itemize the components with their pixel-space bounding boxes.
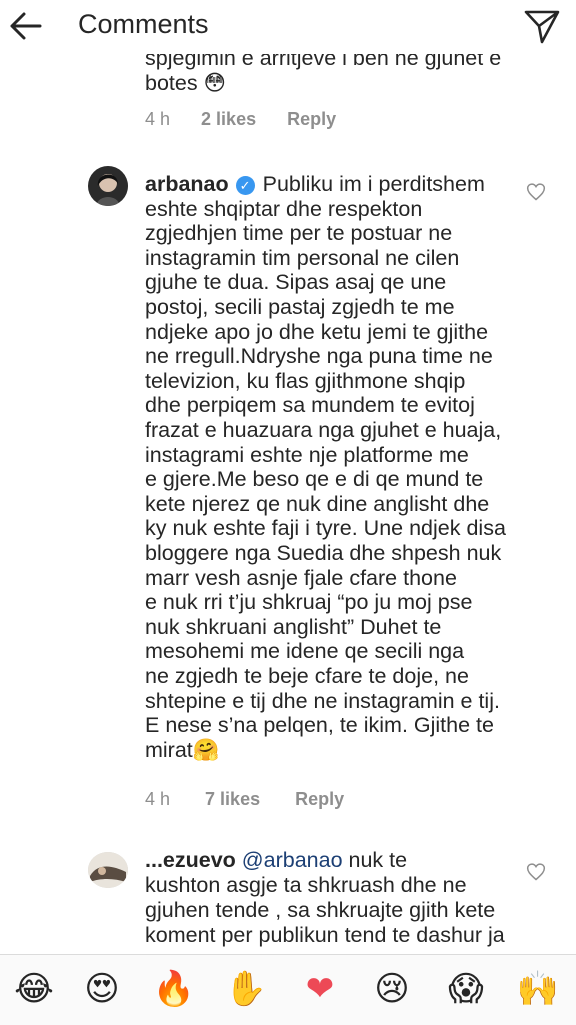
comment-text-line: frazat e huazuara nga gjuhet e huaja, — [145, 418, 502, 442]
comment-text-line: televizion, ku flas gjithmone shqip — [145, 368, 466, 393]
comment-text-line: dhe perpiqem sa mundem te evitoj — [145, 393, 475, 418]
comment-text-line: instagrami eshte nje platforme me — [145, 442, 469, 467]
comment-text-line: nuk shkruani anglisht” Duhet te — [145, 614, 442, 639]
verified-badge-icon: ✓ — [235, 176, 255, 195]
star-eyes-emoji-icon[interactable]: 😍 — [78, 965, 126, 1013]
comment-text-line: instagramin tim personal ne cilen — [145, 245, 460, 270]
top-bar: Comments — [0, 0, 576, 54]
likes-count[interactable]: 2 likes — [201, 109, 256, 129]
send-icon[interactable] — [522, 6, 562, 46]
mention-link[interactable]: @arbanao — [242, 848, 343, 872]
comment-text-line: mirat🤗 — [145, 737, 220, 762]
comment-text-line: koment per publikun tend te dashur ja — [145, 923, 505, 947]
raising-hands-emoji-icon[interactable]: 🙌 — [514, 965, 562, 1013]
comment-text-line: ne rregull.Ndryshe nga puna time ne — [145, 344, 493, 369]
comment-text-line: ndjeke apo jo dhe ketu jemi te gjithe — [145, 319, 489, 344]
comment-text-line: E nese s’na pelqen, te ikim. Gjithe te — [145, 713, 494, 738]
heart-emoji-icon[interactable]: ❤ — [296, 965, 344, 1013]
like-heart-icon[interactable] — [526, 182, 546, 202]
avatar[interactable] — [88, 852, 128, 888]
comment-text-line: marr vesh asnje fjale cfare thone — [145, 565, 457, 590]
comment-time: 4 h — [145, 789, 171, 809]
emoji-quick-reply-bar: 😂 😍 🔥 ✋ ❤ 😢 😱 🙌 — [0, 954, 576, 1025]
comment-text-line: zgjedhjen time per te postuar ne — [145, 221, 453, 246]
comment-username[interactable]: ...ezuevo — [145, 848, 236, 872]
like-heart-icon[interactable] — [526, 862, 546, 882]
comment-time: 4 h — [145, 109, 171, 129]
reply-button[interactable]: Reply — [287, 109, 336, 129]
back-arrow-icon[interactable] — [6, 8, 46, 44]
comment-text-line: gjuhe te dua. Sipas asaj qe une — [145, 270, 447, 295]
comment-text-line: ne zgjedh te beje cfare te doje, ne — [145, 664, 469, 688]
comment-text-line: kushton asgje ta shkruash dhe ne — [145, 873, 467, 897]
comment-text-line: ky nuk eshte faji i tyre. Une ndjek disa — [145, 516, 506, 541]
scream-emoji-icon[interactable]: 😱 — [442, 965, 490, 1013]
comment-text-line: shtepine e tij dhe ne instagramin e tij. — [145, 688, 500, 713]
comment-text-line: eshte shqiptar dhe respekton — [145, 196, 423, 221]
comment-text-line: mesohemi me idene qe secili nga — [145, 639, 465, 664]
comment-list[interactable]: spjegimin e arritjeve i ben ne gjuhet e … — [0, 54, 576, 954]
page-title: Comments — [78, 9, 209, 39]
comment-first-line: ...ezuevo @arbanao nuk te — [145, 848, 407, 873]
comment-text-line: nuk te — [348, 848, 408, 872]
comment-text-line: e nuk rri t’ju shkruaj “po ju moj pse — [145, 590, 473, 615]
comment-meta: 4 h 2 likes Reply — [145, 109, 336, 130]
comment-text-line: botes 😳 — [145, 71, 226, 95]
comment-text-line: postoj, secili pastaj zgjedh te me — [145, 295, 455, 319]
comment-meta: 4 h 7 likes Reply — [145, 789, 344, 810]
joy-emoji-icon[interactable]: 😂 — [10, 965, 58, 1013]
raised-hand-emoji-icon[interactable]: ✋ — [222, 965, 270, 1013]
comment-first-line: arbanao ✓ Publiku im i perditshem — [145, 172, 485, 197]
likes-count[interactable]: 7 likes — [205, 789, 260, 809]
comment-text-line: bloggere nga Suedia dhe shpesh nuk — [145, 541, 502, 565]
reply-button[interactable]: Reply — [295, 789, 344, 809]
comment-username[interactable]: arbanao — [145, 172, 229, 196]
comment-text-line: spjegimin e arritjeve i ben ne gjuhet e — [145, 54, 502, 70]
fire-emoji-icon[interactable]: 🔥 — [150, 965, 198, 1013]
comment-text-line: kete njerez qe nuk dine anglisht dhe — [145, 491, 490, 516]
comment-text-line: gjuhen tende , sa shkruajte gjith kete — [145, 898, 496, 922]
crying-emoji-icon[interactable]: 😢 — [368, 965, 416, 1013]
comment-text-line: Publiku im i perditshem — [262, 172, 485, 196]
avatar[interactable] — [88, 166, 128, 206]
comment-text-line: e gjere.Me beso qe e di qe mund te — [145, 467, 484, 492]
